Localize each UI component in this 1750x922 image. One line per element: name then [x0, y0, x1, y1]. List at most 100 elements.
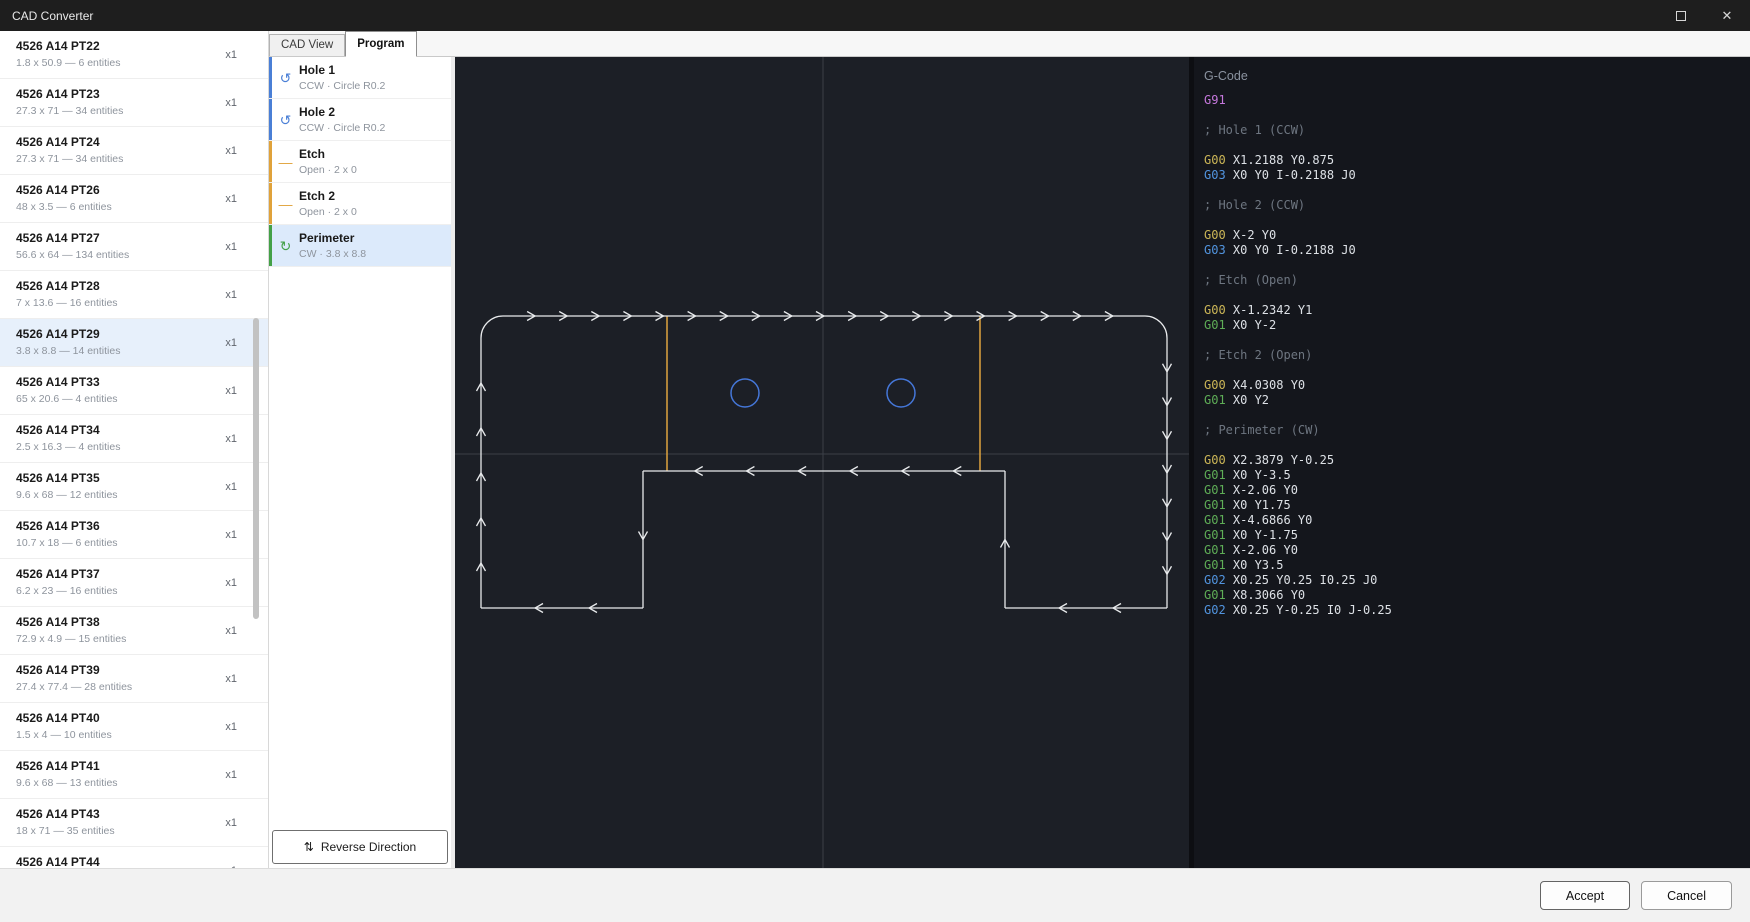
- gcode-command: G01: [1204, 393, 1226, 407]
- part-dims: 56.6 x 64 — 134 entities: [16, 249, 228, 261]
- part-info: 4526 A14 PT2427.3 x 71 — 34 entities: [16, 135, 228, 165]
- tab-cad-view[interactable]: CAD View: [269, 34, 345, 56]
- part-dims: 9.6 x 68 — 13 entities: [16, 777, 228, 789]
- part-qty: x1: [225, 481, 237, 493]
- part-qty: x1: [225, 721, 237, 733]
- part-list-item[interactable]: 4526 A14 PT401.5 x 4 — 10 entitiesx1: [0, 703, 268, 751]
- operation-item[interactable]: ↺Hole 2CCW · Circle R0.2: [269, 99, 451, 141]
- part-list-item[interactable]: 4526 A14 PT287 x 13.6 — 16 entitiesx1: [0, 271, 268, 319]
- operation-item[interactable]: —EtchOpen · 2 x 0: [269, 141, 451, 183]
- part-qty: x1: [225, 49, 237, 61]
- op-detail: Open · 2 x 0: [299, 206, 357, 218]
- part-name: 4526 A14 PT34: [16, 423, 228, 437]
- part-list-item[interactable]: 4526 A14 PT2327.3 x 71 — 34 entitiesx1: [0, 79, 268, 127]
- gcode-command: G01: [1204, 318, 1226, 332]
- gcode-command: G00: [1204, 303, 1226, 317]
- content-row: 4526 A14 PT221.8 x 50.9 — 6 entitiesx145…: [0, 31, 1750, 868]
- gcode-args: X0 Y0 I-0.2188 J0: [1226, 168, 1356, 182]
- hole-circle: [731, 379, 759, 407]
- gcode-command: G01: [1204, 558, 1226, 572]
- gcode-args: X0.25 Y-0.25 I0 J-0.25: [1226, 603, 1392, 617]
- part-list-item[interactable]: 4526 A14 PT419.6 x 68 — 13 entitiesx1: [0, 751, 268, 799]
- gcode-args: X4.0308 Y0: [1226, 378, 1305, 392]
- gcode-line: G02 X0.25 Y0.25 I0.25 J0: [1204, 573, 1750, 588]
- op-detail: CCW · Circle R0.2: [299, 80, 385, 92]
- ccw-rotate-icon: ↺: [272, 71, 299, 85]
- part-qty: x1: [225, 625, 237, 637]
- part-info: 4526 A14 PT221.8 x 50.9 — 6 entities: [16, 39, 228, 69]
- gcode-args: X-1.2342 Y1: [1226, 303, 1313, 317]
- reverse-direction-icon: ⇅: [304, 840, 314, 854]
- gcode-args: X-2 Y0: [1226, 228, 1277, 242]
- op-info: Etch 2Open · 2 x 0: [299, 189, 357, 218]
- operation-item[interactable]: ↻PerimeterCW · 3.8 x 8.8: [269, 225, 451, 267]
- part-name: 4526 A14 PT22: [16, 39, 228, 53]
- gcode-line: [1204, 438, 1750, 453]
- part-list-item[interactable]: 4526 A14 PT2648 x 3.5 — 6 entitiesx1: [0, 175, 268, 223]
- right-region: CAD View Program ↺Hole 1CCW · Circle R0.…: [268, 31, 1750, 868]
- close-button[interactable]: ✕: [1704, 0, 1750, 31]
- op-name: Etch: [299, 147, 357, 161]
- tab-program[interactable]: Program: [345, 31, 416, 57]
- part-qty: x1: [225, 433, 237, 445]
- part-info: 4526 A14 PT376.2 x 23 — 16 entities: [16, 567, 228, 597]
- window-title: CAD Converter: [0, 9, 93, 23]
- gcode-args: X0 Y2: [1226, 393, 1269, 407]
- ccw-rotate-icon: ↺: [272, 113, 299, 127]
- part-list-item[interactable]: 4526 A14 PT359.6 x 68 — 12 entitiesx1: [0, 463, 268, 511]
- gcode-command: G00: [1204, 153, 1226, 167]
- op-info: PerimeterCW · 3.8 x 8.8: [299, 231, 366, 260]
- part-list-item[interactable]: 4526 A14 PT293.8 x 8.8 — 14 entitiesx1: [0, 319, 268, 367]
- footer-bar: Accept Cancel: [0, 868, 1750, 922]
- close-icon: ✕: [1722, 8, 1733, 24]
- part-name: 4526 A14 PT40: [16, 711, 228, 725]
- part-info: 4526 A14 PT293.8 x 8.8 — 14 entities: [16, 327, 228, 357]
- operation-item[interactable]: —Etch 2Open · 2 x 0: [269, 183, 451, 225]
- part-list-item[interactable]: 4526 A14 PT3872.9 x 4.9 — 15 entitiesx1: [0, 607, 268, 655]
- cad-canvas[interactable]: [455, 57, 1189, 868]
- gcode-args: X0 Y3.5: [1226, 558, 1284, 572]
- part-info: 4526 A14 PT4318 x 71 — 35 entities: [16, 807, 228, 837]
- part-name: 4526 A14 PT36: [16, 519, 228, 533]
- gcode-line: G02 X0.25 Y-0.25 I0 J-0.25: [1204, 603, 1750, 618]
- reverse-direction-button[interactable]: ⇅ Reverse Direction: [272, 830, 448, 864]
- maximize-button[interactable]: [1658, 0, 1704, 31]
- gcode-command: G01: [1204, 528, 1226, 542]
- part-list-item[interactable]: 4526 A14 PT2756.6 x 64 — 134 entitiesx1: [0, 223, 268, 271]
- part-info: 4526 A14 PT401.5 x 4 — 10 entities: [16, 711, 228, 741]
- part-name: 4526 A14 PT35: [16, 471, 228, 485]
- gcode-line: ; Etch (Open): [1204, 273, 1750, 288]
- tab-strip: CAD View Program: [269, 31, 1750, 57]
- part-name: 4526 A14 PT43: [16, 807, 228, 821]
- op-name: Perimeter: [299, 231, 366, 245]
- gcode-args: X-4.6866 Y0: [1226, 513, 1313, 527]
- part-list-item[interactable]: 4526 A14 PT3365 x 20.6 — 4 entitiesx1: [0, 367, 268, 415]
- part-list-item[interactable]: 4526 A14 PT342.5 x 16.3 — 4 entitiesx1: [0, 415, 268, 463]
- op-info: Hole 1CCW · Circle R0.2: [299, 63, 385, 92]
- op-detail: Open · 2 x 0: [299, 164, 357, 176]
- part-list-item[interactable]: 4526 A14 PT4318 x 71 — 35 entitiesx1: [0, 799, 268, 847]
- part-dims: 48 x 3.5 — 6 entities: [16, 201, 228, 213]
- part-list-item[interactable]: 4526 A14 PT3610.7 x 18 — 6 entitiesx1: [0, 511, 268, 559]
- body-row: ↺Hole 1CCW · Circle R0.2↺Hole 2CCW · Cir…: [269, 57, 1750, 868]
- gcode-command: G01: [1204, 513, 1226, 527]
- part-list-item[interactable]: 4526 A14 PT2427.3 x 71 — 34 entitiesx1: [0, 127, 268, 175]
- gcode-args: X8.3066 Y0: [1226, 588, 1305, 602]
- gcode-line: G01 X0 Y-2: [1204, 318, 1750, 333]
- part-list-item[interactable]: 4526 A14 PT3927.4 x 77.4 — 28 entitiesx1: [0, 655, 268, 703]
- gcode-line: ; Hole 1 (CCW): [1204, 123, 1750, 138]
- part-info: 4526 A14 PT419.6 x 68 — 13 entities: [16, 759, 228, 789]
- gcode-line: [1204, 258, 1750, 273]
- operation-item[interactable]: ↺Hole 1CCW · Circle R0.2: [269, 57, 451, 99]
- etch-line-icon: —: [272, 197, 299, 211]
- part-info: 4526 A14 PT3365 x 20.6 — 4 entities: [16, 375, 228, 405]
- outline-corner: [481, 316, 503, 338]
- cancel-button[interactable]: Cancel: [1641, 881, 1732, 910]
- part-list-item[interactable]: 4526 A14 PT44x1: [0, 847, 268, 868]
- part-list-item[interactable]: 4526 A14 PT221.8 x 50.9 — 6 entitiesx1: [0, 31, 268, 79]
- sidebar-scrollbar-thumb[interactable]: [253, 318, 259, 619]
- gcode-line: [1204, 408, 1750, 423]
- part-list-item[interactable]: 4526 A14 PT376.2 x 23 — 16 entitiesx1: [0, 559, 268, 607]
- accept-button[interactable]: Accept: [1540, 881, 1630, 910]
- gcode-line: G01 X8.3066 Y0: [1204, 588, 1750, 603]
